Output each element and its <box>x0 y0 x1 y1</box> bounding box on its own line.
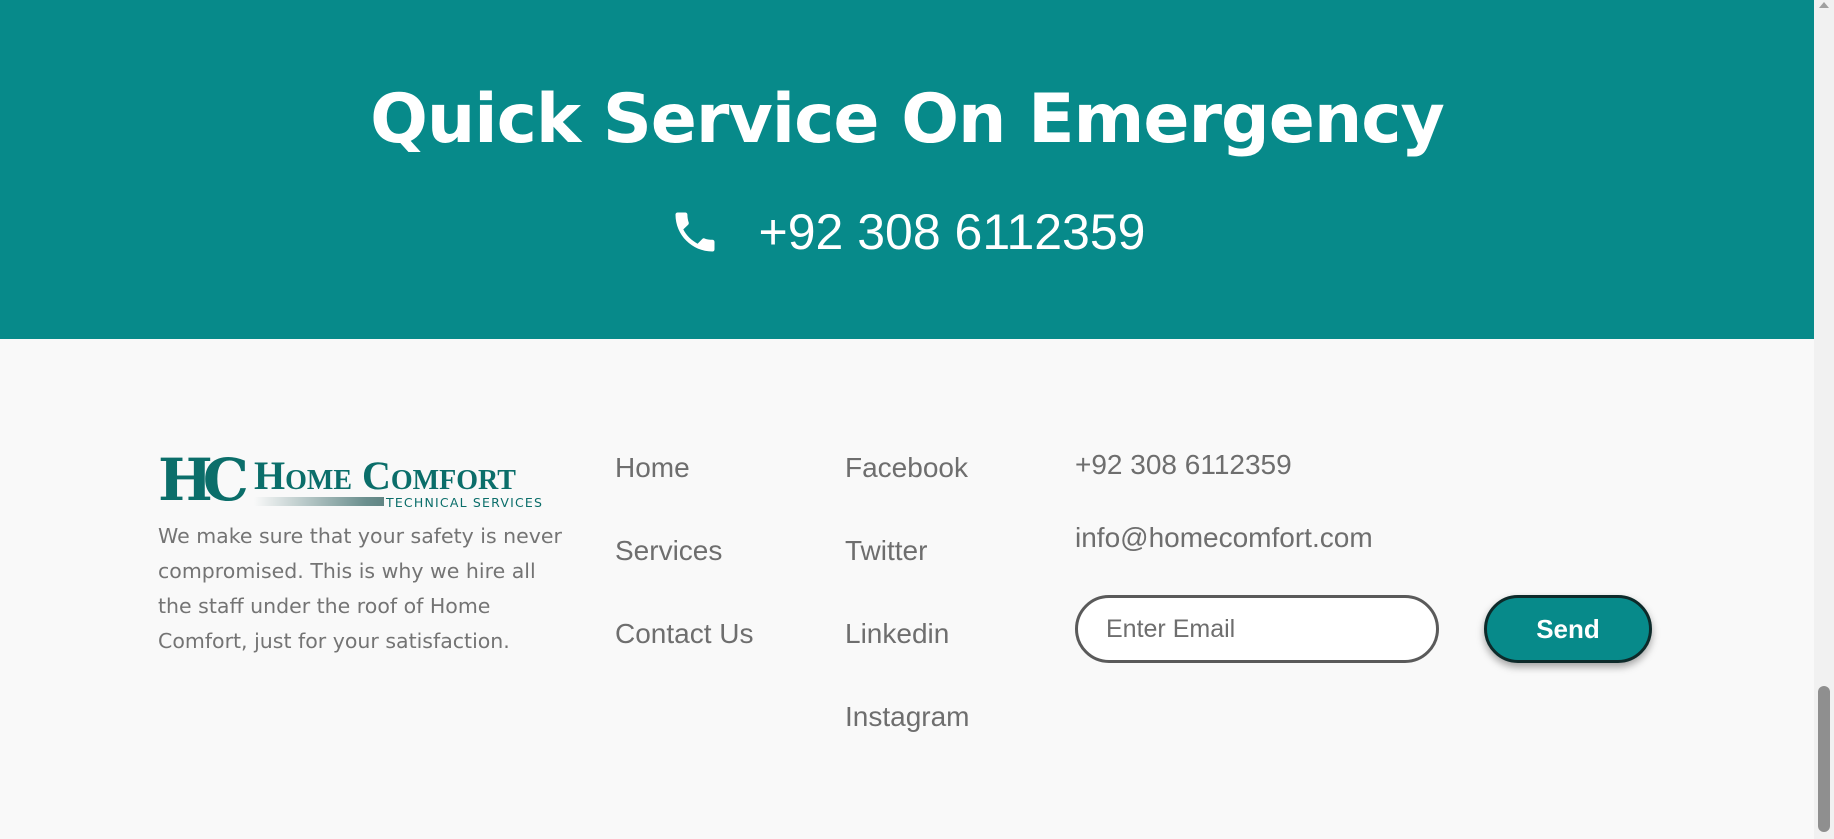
footer-link-home[interactable]: Home <box>615 448 754 531</box>
scrollbar-thumb[interactable] <box>1818 686 1830 832</box>
logo-name: Home Comfort <box>254 453 516 498</box>
banner-phone-number[interactable]: +92 308 6112359 <box>759 203 1146 261</box>
page-scrollbar[interactable] <box>1814 0 1834 839</box>
footer-social-links: Facebook Twitter Linkedin Instagram <box>845 448 970 780</box>
logo-mark: HC <box>158 446 249 514</box>
footer-nav-links: Home Services Contact Us <box>615 448 754 697</box>
footer-link-linkedin[interactable]: Linkedin <box>845 614 970 697</box>
banner-title: Quick Service On Emergency <box>370 80 1445 159</box>
home-comfort-logo[interactable]: HC Home Comfort TECHNICAL SERVICES <box>158 451 562 511</box>
site-footer: HC Home Comfort TECHNICAL SERVICES We ma… <box>0 339 1814 839</box>
scroll-up-arrow-icon[interactable] <box>1819 2 1829 8</box>
footer-contact-phone[interactable]: +92 308 6112359 <box>1075 449 1292 481</box>
footer-link-contact-us[interactable]: Contact Us <box>615 614 754 697</box>
footer-link-services[interactable]: Services <box>615 531 754 614</box>
footer-contact-email[interactable]: info@homecomfort.com <box>1075 522 1373 554</box>
logo-subtitle: TECHNICAL SERVICES <box>384 495 544 510</box>
newsletter-send-button[interactable]: Send <box>1484 595 1652 663</box>
emergency-banner: Quick Service On Emergency +92 308 61123… <box>0 0 1814 339</box>
footer-link-facebook[interactable]: Facebook <box>845 448 970 531</box>
footer-link-twitter[interactable]: Twitter <box>845 531 970 614</box>
newsletter-email-input[interactable] <box>1075 595 1439 663</box>
banner-phone-row: +92 308 6112359 <box>0 202 1814 262</box>
footer-about-text: We make sure that your safety is never c… <box>158 524 562 653</box>
phone-icon <box>669 206 721 258</box>
footer-link-instagram[interactable]: Instagram <box>845 697 970 780</box>
